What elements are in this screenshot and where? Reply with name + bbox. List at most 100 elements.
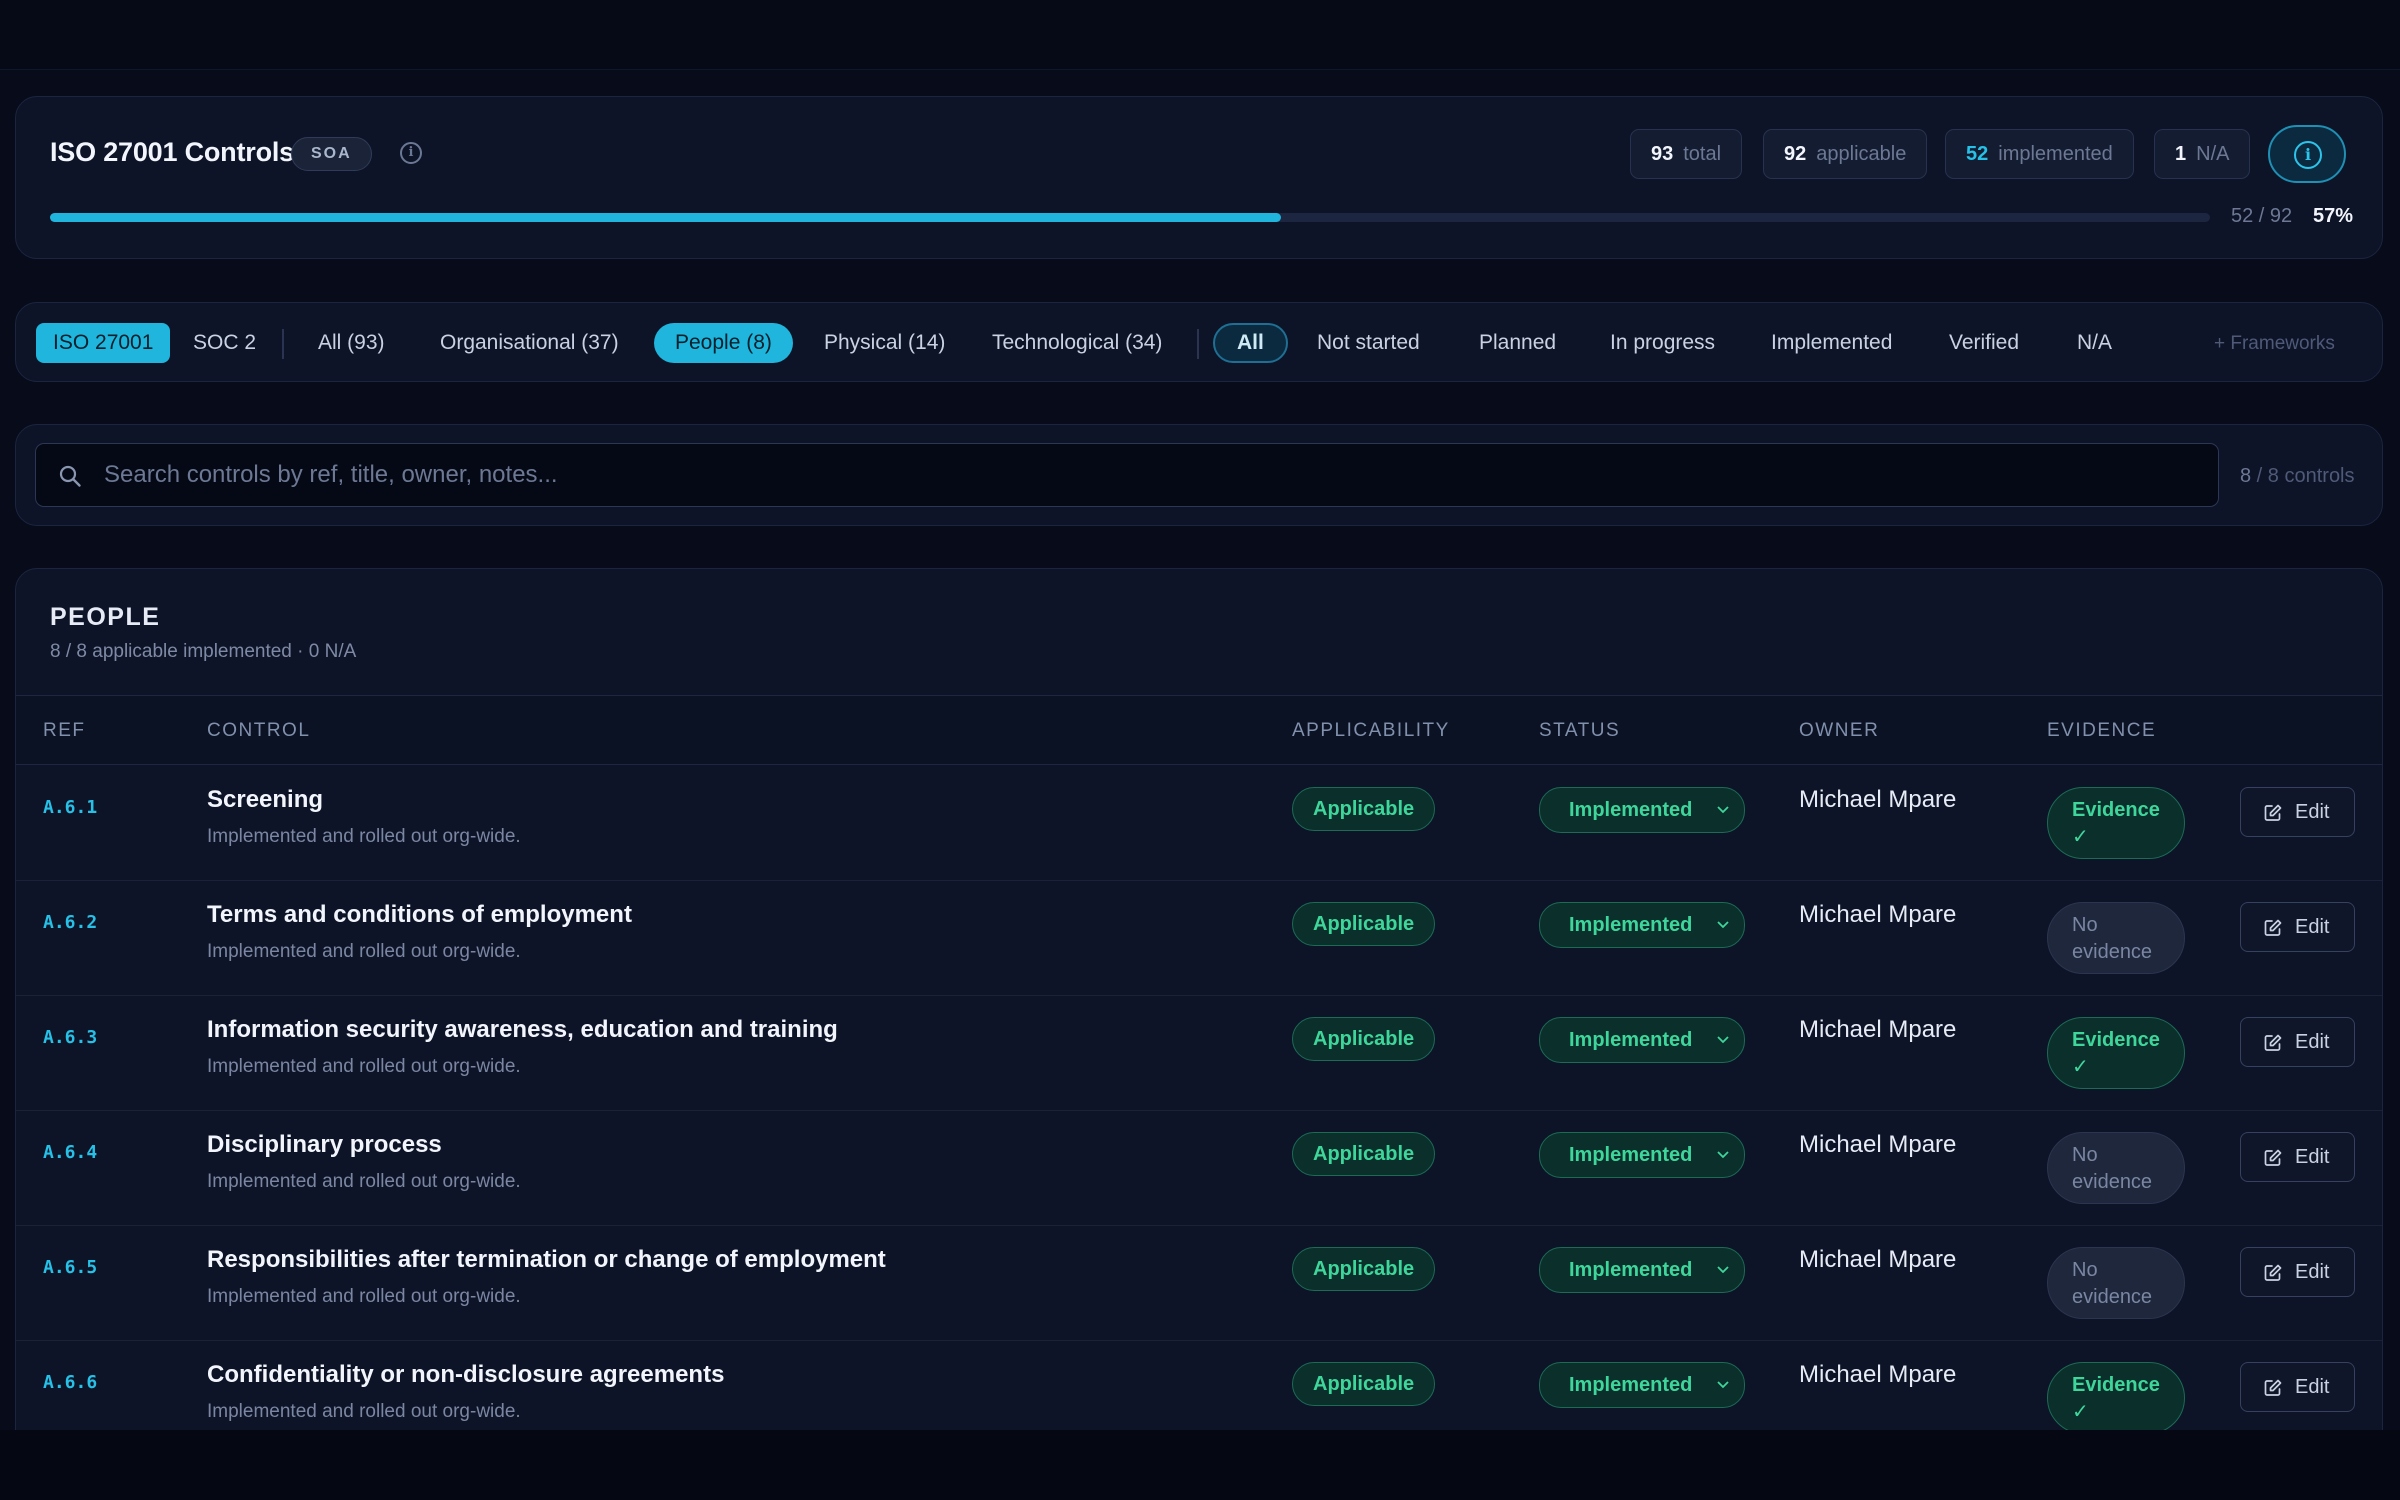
status-select[interactable]: Implemented: [1539, 1247, 1745, 1293]
owner-name: Michael Mpare: [1799, 1246, 1957, 1273]
control-title[interactable]: Information security awareness, educatio…: [207, 1016, 838, 1044]
section-title: PEOPLE: [50, 603, 161, 631]
control-title[interactable]: Responsibilities after termination or ch…: [207, 1246, 886, 1274]
framework-tab-iso27001[interactable]: ISO 27001: [36, 323, 171, 363]
progress-fill: [50, 213, 1282, 222]
table-row[interactable]: A.6.2 Terms and conditions of employment I…: [16, 881, 2382, 996]
controls-count-rest: / 8 controls: [2251, 465, 2355, 487]
control-note: Implemented and rolled out org-wide.: [207, 826, 521, 847]
status-select[interactable]: Implemented: [1539, 1362, 1745, 1408]
top-bar: [0, 0, 2400, 70]
control-title[interactable]: Terms and conditions of employment: [207, 901, 632, 929]
controls-section: PEOPLE 8 / 8 applicable implemented · 0 …: [15, 568, 2383, 1500]
edit-icon: [2264, 804, 2282, 821]
edit-label: Edit: [2295, 801, 2330, 823]
evidence-badge[interactable]: No evidence: [2047, 1247, 2185, 1319]
category-filter-physical[interactable]: Physical (14): [824, 323, 945, 363]
control-ref[interactable]: A.6.5: [43, 1257, 97, 1278]
status-select[interactable]: Implemented: [1539, 902, 1745, 948]
edit-icon: [2264, 1379, 2282, 1396]
evidence-line-1: No: [2072, 914, 2098, 936]
evidence-line-2: evidence: [2072, 1286, 2153, 1308]
control-note: Implemented and rolled out org-wide.: [207, 941, 521, 962]
evidence-line-2: ✓: [2072, 1401, 2089, 1423]
owner-name: Michael Mpare: [1799, 901, 1957, 928]
framework-tab-soc2[interactable]: SOC 2: [193, 323, 256, 363]
table-row[interactable]: A.6.3 Information security awareness, edu…: [16, 996, 2382, 1111]
chevron-down-icon: [1716, 1018, 1730, 1062]
edit-button[interactable]: Edit: [2240, 1247, 2355, 1297]
info-button[interactable]: i: [2268, 125, 2346, 183]
edit-button[interactable]: Edit: [2240, 1362, 2355, 1412]
evidence-badge[interactable]: Evidence ✓: [2047, 787, 2185, 859]
info-icon: i: [2294, 141, 2322, 169]
filter-bar: ISO 27001 SOC 2 All (93) Organisational …: [15, 302, 2383, 382]
applicability-badge[interactable]: Applicable: [1292, 902, 1436, 946]
edit-label: Edit: [2295, 916, 2330, 938]
status-select[interactable]: Implemented: [1539, 1132, 1745, 1178]
col-control: CONTROL: [207, 720, 311, 741]
control-ref[interactable]: A.6.4: [43, 1142, 97, 1163]
search-input[interactable]: [104, 444, 2194, 506]
evidence-badge[interactable]: No evidence: [2047, 902, 2185, 974]
table-row[interactable]: A.6.1 Screening Implemented and rolled out…: [16, 766, 2382, 881]
stat-implemented-label: implemented: [1998, 143, 2113, 165]
status-filter-verified[interactable]: Verified: [1949, 323, 2019, 363]
category-filter-technological[interactable]: Technological (34): [992, 323, 1162, 363]
category-filter-all[interactable]: All (93): [318, 323, 385, 363]
evidence-badge[interactable]: Evidence ✓: [2047, 1362, 2185, 1434]
edit-button[interactable]: Edit: [2240, 902, 2355, 952]
applicability-badge[interactable]: Applicable: [1292, 787, 1436, 831]
control-title[interactable]: Disciplinary process: [207, 1131, 442, 1159]
evidence-badge[interactable]: No evidence: [2047, 1132, 2185, 1204]
applicability-badge[interactable]: Applicable: [1292, 1247, 1436, 1291]
evidence-line-1: No: [2072, 1144, 2098, 1166]
category-filter-organisational[interactable]: Organisational (37): [440, 323, 619, 363]
control-note: Implemented and rolled out org-wide.: [207, 1286, 521, 1307]
category-filter-people[interactable]: People (8): [654, 323, 793, 363]
soa-badge: SOA: [291, 137, 372, 171]
info-icon[interactable]: i: [400, 142, 422, 164]
header-panel: ISO 27001 Controls SOA i 93 total 92 appli…: [15, 96, 2383, 259]
table-row[interactable]: A.6.4 Disciplinary process Implemented and…: [16, 1111, 2382, 1226]
status-select[interactable]: Implemented: [1539, 1017, 1745, 1063]
status-filter-all[interactable]: All: [1213, 323, 1288, 363]
control-ref[interactable]: A.6.1: [43, 797, 97, 818]
divider: [1197, 329, 1199, 359]
control-title[interactable]: Screening: [207, 786, 323, 814]
col-owner: OWNER: [1799, 720, 1880, 741]
applicability-badge[interactable]: Applicable: [1292, 1017, 1436, 1061]
col-status: STATUS: [1539, 720, 1621, 741]
status-value: Implemented: [1569, 1029, 1693, 1051]
table-row[interactable]: A.6.5 Responsibilities after termination …: [16, 1226, 2382, 1341]
status-value: Implemented: [1569, 799, 1693, 821]
status-select[interactable]: Implemented: [1539, 787, 1745, 833]
evidence-badge[interactable]: Evidence ✓: [2047, 1017, 2185, 1089]
edit-label: Edit: [2295, 1261, 2330, 1283]
chevron-down-icon: [1716, 903, 1730, 947]
control-ref[interactable]: A.6.6: [43, 1372, 97, 1393]
edit-button[interactable]: Edit: [2240, 1017, 2355, 1067]
edit-button[interactable]: Edit: [2240, 1132, 2355, 1182]
status-filter-planned[interactable]: Planned: [1479, 323, 1556, 363]
evidence-line-2: ✓: [2072, 826, 2089, 848]
control-ref[interactable]: A.6.3: [43, 1027, 97, 1048]
status-filter-na[interactable]: N/A: [2077, 323, 2112, 363]
edit-button[interactable]: Edit: [2240, 787, 2355, 837]
edit-label: Edit: [2295, 1376, 2330, 1398]
stat-na-label: N/A: [2196, 143, 2230, 165]
stat-total-value: 93: [1651, 143, 1674, 165]
stat-na: 1 N/A: [2154, 129, 2251, 179]
status-value: Implemented: [1569, 1259, 1693, 1281]
add-frameworks-link[interactable]: + Frameworks: [2214, 333, 2335, 355]
applicability-badge[interactable]: Applicable: [1292, 1362, 1436, 1406]
status-filter-in-progress[interactable]: In progress: [1610, 323, 1715, 363]
control-title[interactable]: Confidentiality or non-disclosure agreem…: [207, 1361, 724, 1389]
status-filter-implemented[interactable]: Implemented: [1771, 323, 1892, 363]
status-filter-not-started[interactable]: Not started: [1317, 323, 1420, 363]
chevron-down-icon: [1716, 1363, 1730, 1407]
edit-icon: [2264, 1034, 2282, 1051]
applicability-badge[interactable]: Applicable: [1292, 1132, 1436, 1176]
control-ref[interactable]: A.6.2: [43, 912, 97, 933]
owner-name: Michael Mpare: [1799, 1361, 1957, 1388]
